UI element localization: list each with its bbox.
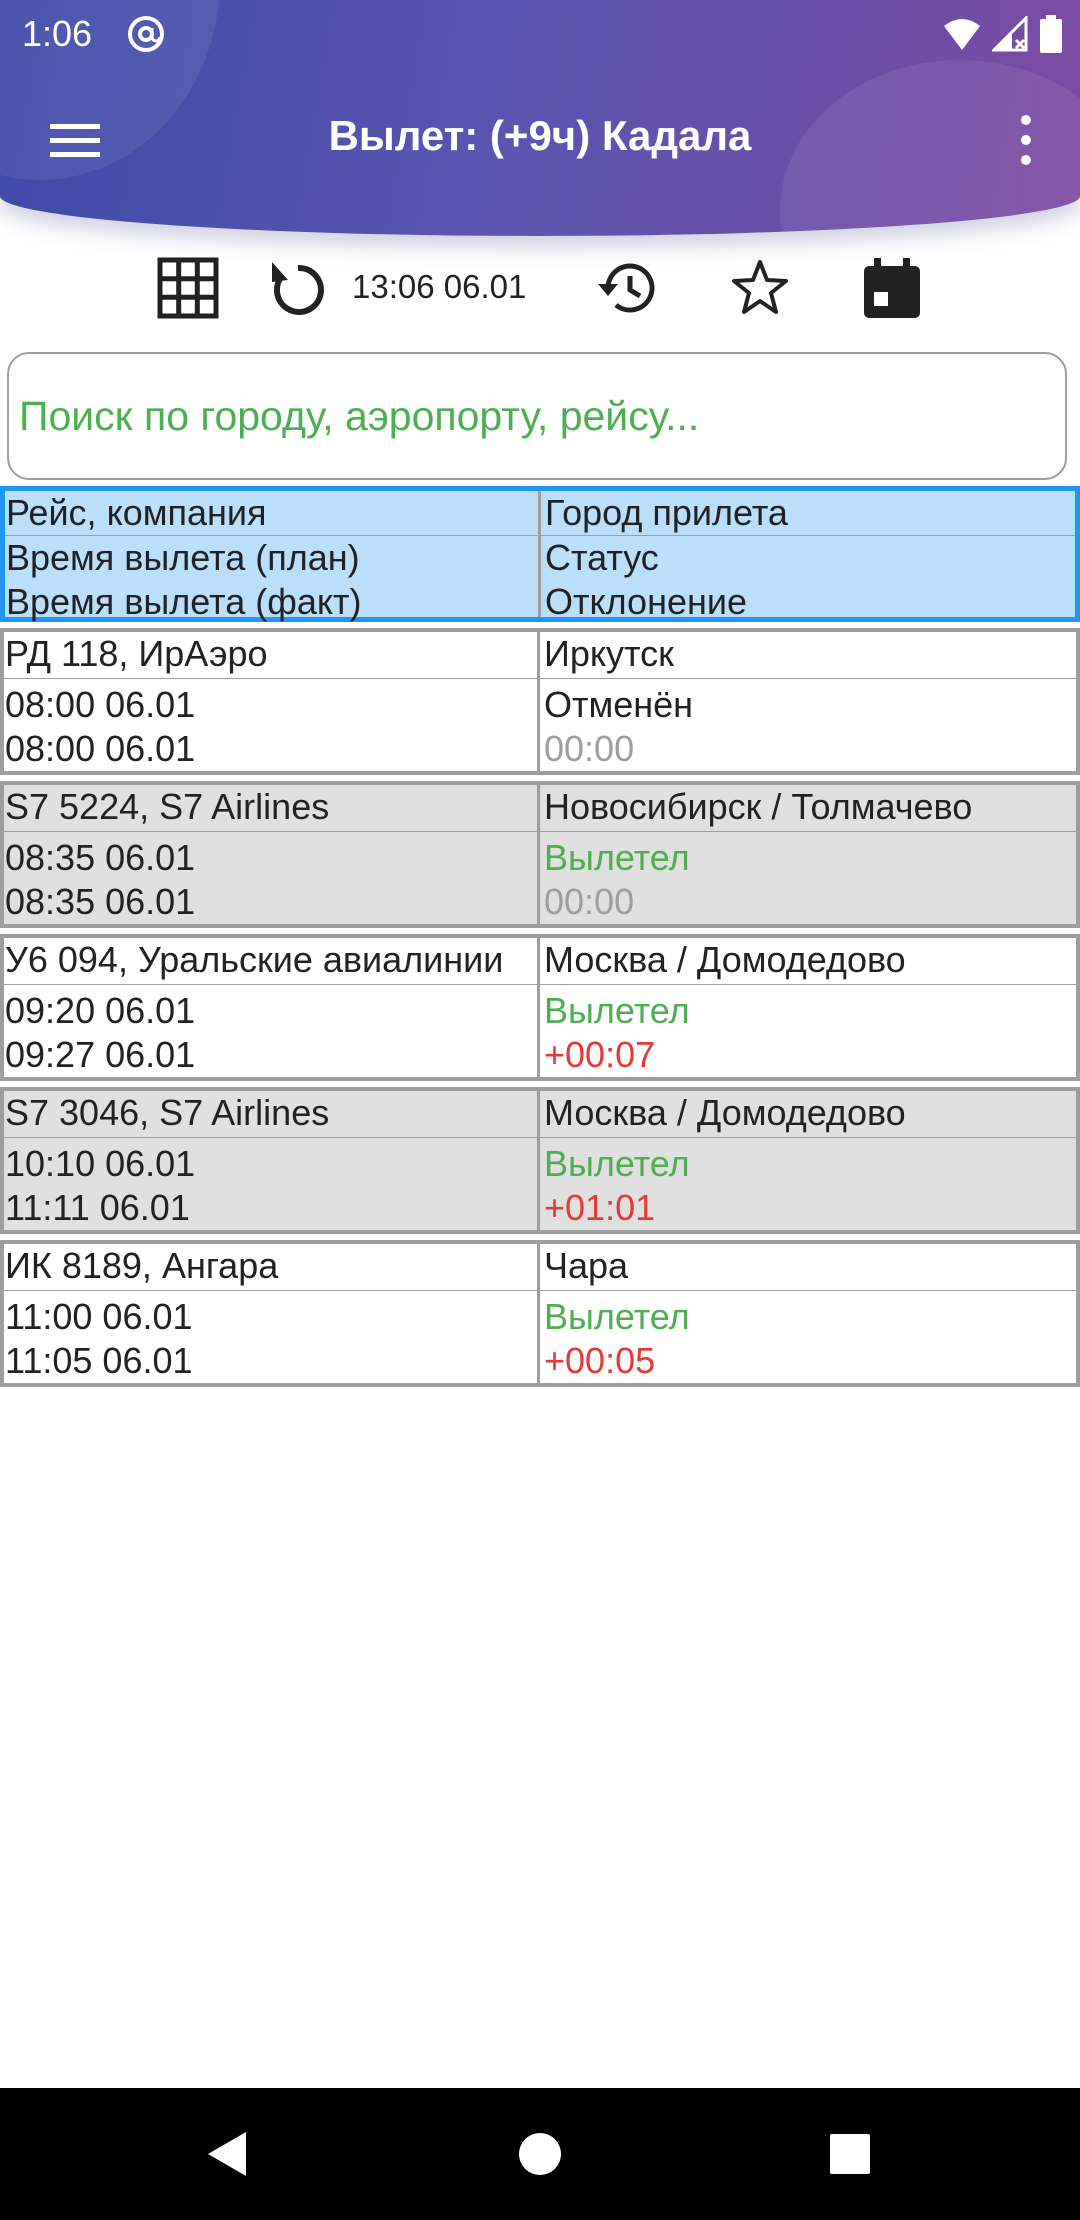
header-right: Город прилета Статус Отклонение [541,491,1075,622]
table-row[interactable]: У6 094, Уральские авиалинии 09:20 06.01 … [0,934,1080,1081]
deviation: 00:00 [544,881,635,922]
signal-icon [992,16,1028,52]
actual-time: 08:00 06.01 [5,728,196,769]
flight-status: Вылетел [544,1296,690,1337]
planned-time: 09:20 06.01 [5,990,196,1031]
header-arrival-city: Город прилета [541,491,1075,536]
flight-status: Вылетел [544,837,690,878]
table-header: Рейс, компания Время вылета (план) Время… [0,486,1080,622]
flights-table: Рейс, компания Время вылета (план) Время… [0,486,1080,1393]
battery-icon [1040,15,1062,53]
table-row[interactable]: S7 3046, S7 Airlines 10:10 06.01 11:11 0… [0,1087,1080,1234]
deviation: +00:05 [544,1340,656,1381]
arrival-city: Чара [540,1244,1076,1291]
flight-status: Отменён [544,684,694,725]
flight-status: Вылетел [544,1143,690,1184]
flight-status: Вылетел [544,990,690,1031]
home-icon[interactable] [508,2122,572,2186]
calendar-icon[interactable] [860,256,924,320]
deviation: +00:07 [544,1034,656,1075]
status-icons [942,14,1062,54]
arrival-city: Иркутск [540,632,1076,679]
deviation: +01:01 [544,1187,656,1228]
actual-time: 09:27 06.01 [5,1034,196,1075]
table-row[interactable]: РД 118, ИрАэро 08:00 06.01 08:00 06.01 И… [0,628,1080,775]
history-icon[interactable] [596,256,660,320]
header-left: Рейс, компания Время вылета (план) Время… [5,491,541,622]
table-rows: РД 118, ИрАэро 08:00 06.01 08:00 06.01 И… [0,628,1080,1387]
flight-company: РД 118, ИрАэро [4,632,537,679]
header-flight-company: Рейс, компания [5,491,538,536]
page-title: Вылет: (+9ч) Кадала [328,112,752,159]
refresh-icon[interactable] [266,256,330,320]
grid-icon[interactable] [156,256,220,320]
table-row[interactable]: S7 5224, S7 Airlines 08:35 06.01 08:35 0… [0,781,1080,928]
planned-time: 08:35 06.01 [5,837,196,878]
planned-time: 11:00 06.01 [5,1296,193,1337]
header-actual-time: Время вылета (факт) [6,581,362,622]
status-bar: 1:06 [0,0,1080,66]
app-bar: Вылет: (+9ч) Кадала [0,66,1080,216]
flight-company: S7 5224, S7 Airlines [4,785,537,832]
header-planned-time: Время вылета (план) [6,537,360,578]
table-row[interactable]: ИК 8189, Ангара 11:00 06.01 11:05 06.01 … [0,1240,1080,1387]
more-vert-icon[interactable] [1006,110,1046,170]
flight-company: ИК 8189, Ангара [4,1244,537,1291]
recents-icon[interactable] [818,2122,882,2186]
status-time: 1:06 [22,13,93,54]
at-sign-icon [128,16,164,52]
deviation: 00:00 [544,728,635,769]
arrival-city: Москва / Домодедово [540,1091,1076,1138]
arrival-city: Новосибирск / Толмачево [540,785,1076,832]
actual-time: 11:11 06.01 [5,1187,190,1228]
actual-time: 11:05 06.01 [5,1340,193,1381]
header-deviation: Отклонение [545,581,747,622]
star-icon[interactable] [728,256,792,320]
updated-time: 13:06 06.01 [352,268,527,305]
app-header: 1:06 Вылет: (+9ч) Кадала [0,0,1080,236]
planned-time: 10:10 06.01 [5,1143,196,1184]
flight-company: S7 3046, S7 Airlines [4,1091,537,1138]
header-status: Статус [545,537,659,578]
search-input[interactable] [7,352,1067,480]
planned-time: 08:00 06.01 [5,684,196,725]
flight-company: У6 094, Уральские авиалинии [4,938,537,985]
wifi-icon [944,19,980,50]
toolbar: 13:06 06.01 [0,250,1080,326]
arrival-city: Москва / Домодедово [540,938,1076,985]
actual-time: 08:35 06.01 [5,881,196,922]
back-icon[interactable] [194,2122,258,2186]
navigation-bar [0,2088,1080,2220]
